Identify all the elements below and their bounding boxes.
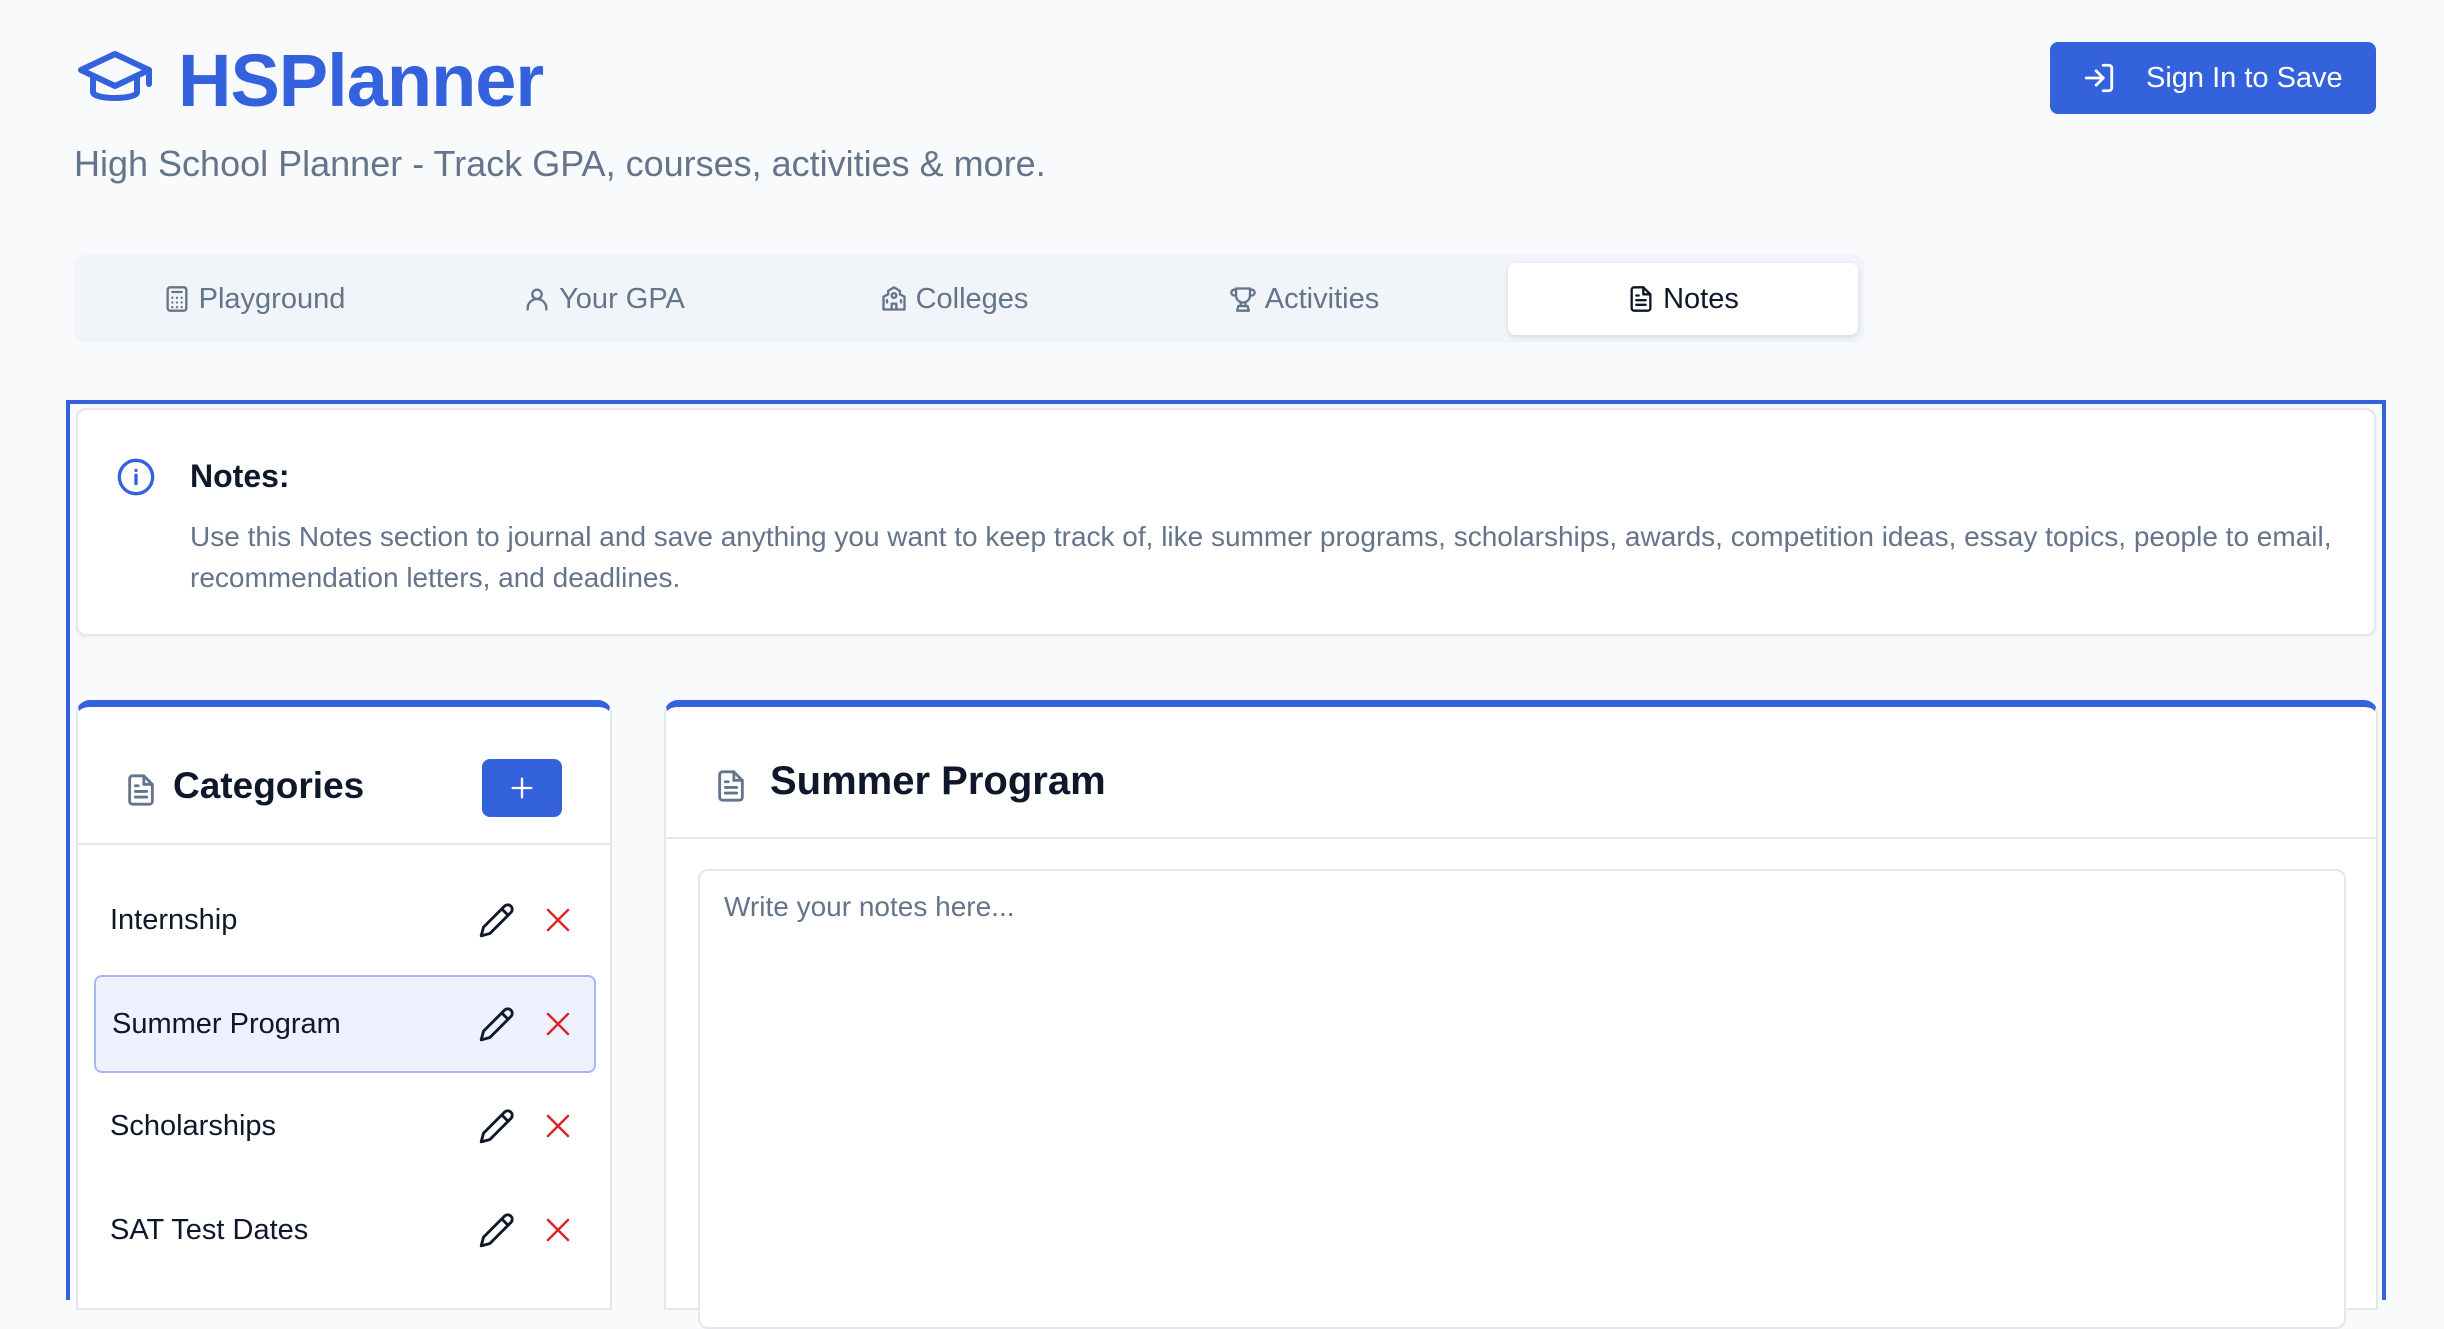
divider — [666, 837, 2376, 839]
info-icon — [116, 457, 156, 497]
sign-in-icon — [2082, 61, 2116, 95]
trophy-icon — [1229, 285, 1257, 313]
tab-label: Notes — [1663, 282, 1739, 315]
pencil-icon[interactable] — [478, 1107, 516, 1145]
categories-title: Categories — [173, 765, 365, 806]
school-icon — [880, 285, 908, 313]
category-item-summer-program[interactable]: Summer Program — [94, 975, 596, 1073]
graduation-cap-icon — [75, 48, 155, 112]
document-icon — [1627, 285, 1655, 313]
tab-notes[interactable]: Notes — [1508, 263, 1858, 335]
pencil-icon[interactable] — [478, 1211, 516, 1249]
info-body: Use this Notes section to journal and sa… — [190, 521, 2332, 593]
category-label: Summer Program — [112, 1008, 341, 1040]
brand-title: HSPlanner — [178, 39, 544, 122]
notes-info-card: Notes: Use this Notes section to journal… — [76, 408, 2376, 636]
tab-label: Your GPA — [559, 282, 685, 315]
document-icon — [714, 767, 748, 805]
close-icon[interactable] — [543, 1009, 573, 1039]
user-icon — [523, 285, 551, 313]
tab-playground[interactable]: Playground — [82, 263, 426, 335]
pencil-icon[interactable] — [478, 901, 516, 939]
calculator-icon — [163, 285, 191, 313]
note-title: Summer Program — [770, 759, 1106, 803]
sign-in-button[interactable]: Sign In to Save — [2050, 42, 2376, 114]
category-label: Scholarships — [110, 1110, 277, 1142]
category-item-sat-test-dates[interactable]: SAT Test Dates — [94, 1181, 596, 1279]
add-category-button[interactable] — [482, 759, 562, 817]
close-icon[interactable] — [543, 1215, 573, 1245]
tab-your-gpa[interactable]: Your GPA — [432, 263, 776, 335]
tab-bar: Playground Your GPA Colleges Activities … — [74, 255, 1864, 343]
close-icon[interactable] — [543, 905, 573, 935]
tab-activities[interactable]: Activities — [1132, 263, 1476, 335]
pencil-icon[interactable] — [478, 1005, 516, 1043]
notes-textarea[interactable] — [698, 869, 2346, 1329]
info-title: Notes: — [190, 458, 290, 494]
category-label: Internship — [110, 904, 238, 936]
sign-in-label: Sign In to Save — [2146, 61, 2343, 94]
tab-label: Playground — [198, 282, 346, 315]
document-icon — [124, 771, 158, 809]
note-editor-panel: Summer Program — [664, 700, 2378, 1329]
category-label: SAT Test Dates — [110, 1214, 309, 1246]
category-item-scholarships[interactable]: Scholarships — [94, 1077, 596, 1175]
plus-icon — [508, 774, 536, 802]
category-item-internship[interactable]: Internship — [94, 871, 596, 969]
categories-panel: Categories Internship Summer Program Sch… — [76, 700, 612, 1310]
tab-label: Activities — [1264, 282, 1380, 315]
close-icon[interactable] — [543, 1111, 573, 1141]
tagline: High School Planner - Track GPA, courses… — [74, 143, 1046, 184]
tab-label: Colleges — [915, 282, 1029, 315]
tab-colleges[interactable]: Colleges — [782, 263, 1126, 335]
divider — [78, 843, 610, 845]
